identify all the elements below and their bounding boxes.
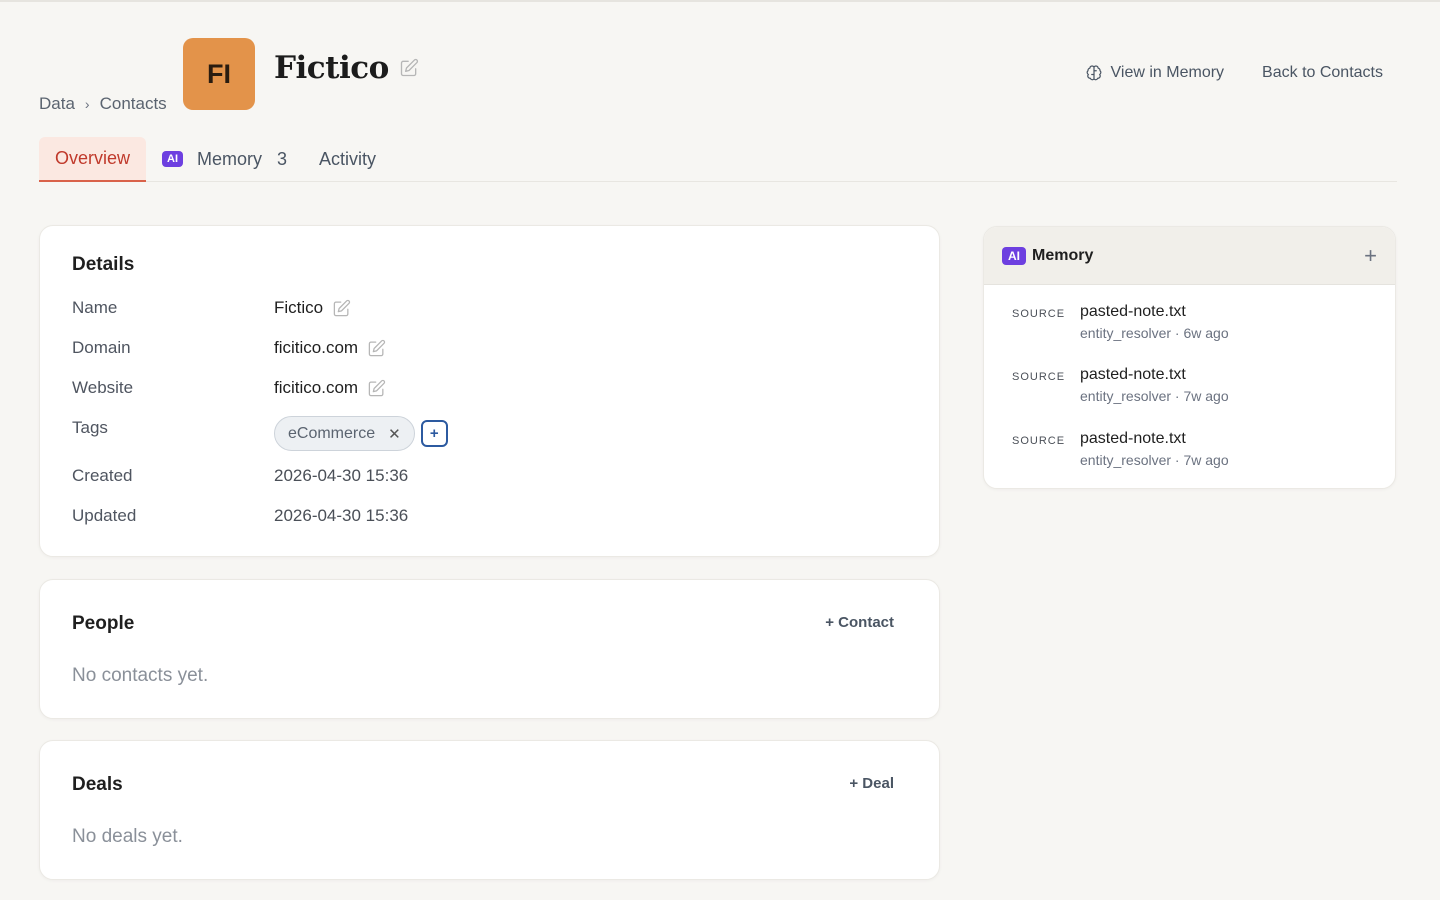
deals-title: Deals bbox=[72, 774, 123, 795]
ai-badge: AI bbox=[162, 151, 184, 167]
memory-file-name: pasted-note.txt bbox=[1080, 430, 1186, 447]
add-contact-button[interactable]: + Contact bbox=[825, 614, 894, 631]
edit-title-icon[interactable] bbox=[399, 58, 419, 78]
field-value: eCommerce ✕ + bbox=[274, 416, 448, 451]
field-value: ficitico.com bbox=[274, 378, 386, 398]
close-icon[interactable]: ✕ bbox=[388, 425, 401, 443]
field-label: Website bbox=[72, 378, 134, 397]
field-value: Fictico bbox=[274, 298, 351, 318]
updated-value: 2026-04-30 15:36 bbox=[274, 506, 409, 525]
header-actions: View in Memory Back to Contacts bbox=[1085, 64, 1383, 82]
memory-item-body: pasted-note.txt entity_resolver · 6w ago bbox=[1080, 303, 1229, 341]
tag-chip[interactable]: eCommerce ✕ bbox=[274, 416, 415, 451]
brain-icon bbox=[1086, 65, 1101, 81]
memory-file-name: pasted-note.txt bbox=[1080, 303, 1186, 320]
memory-source-label: SOURCE bbox=[1012, 435, 1066, 447]
people-empty-state: No contacts yet. bbox=[72, 665, 209, 686]
memory-meta: entity_resolver · 7w ago bbox=[1080, 452, 1229, 468]
memory-panel: AI Memory + SOURCE pasted-note.txt entit… bbox=[983, 226, 1396, 489]
field-label: Updated bbox=[72, 506, 137, 525]
ai-badge: AI bbox=[1002, 246, 1026, 265]
back-to-contacts-link[interactable]: Back to Contacts bbox=[1262, 64, 1383, 82]
field-row-website: Website ficitico.com bbox=[72, 378, 386, 398]
memory-panel-header: AI Memory + bbox=[984, 227, 1395, 285]
people-title: People bbox=[72, 613, 135, 634]
edit-website-icon[interactable] bbox=[367, 379, 386, 398]
breadcrumb-contacts[interactable]: Contacts bbox=[100, 94, 167, 114]
tab-activity-label: Activity bbox=[319, 148, 377, 169]
tab-overview[interactable]: Overview bbox=[39, 137, 147, 182]
memory-meta: entity_resolver · 7w ago bbox=[1080, 388, 1229, 404]
field-label: Tags bbox=[72, 418, 108, 437]
details-card: Details Name Fictico Domain ficitico.com… bbox=[39, 225, 940, 557]
field-row-name: Name Fictico bbox=[72, 298, 351, 318]
deals-card: Deals + Deal No deals yet. bbox=[39, 740, 940, 880]
plus-icon[interactable]: + bbox=[1364, 243, 1377, 269]
tab-memory-label: Memory bbox=[197, 148, 263, 169]
field-row-created: Created 2026-04-30 15:36 bbox=[72, 466, 408, 486]
tab-activity[interactable]: Activity bbox=[303, 137, 392, 181]
edit-domain-icon[interactable] bbox=[367, 339, 386, 358]
view-in-memory-label: View in Memory bbox=[1110, 64, 1225, 81]
view-in-memory-link[interactable]: View in Memory bbox=[1085, 64, 1225, 82]
memory-source-label: SOURCE bbox=[1012, 371, 1066, 383]
add-deal-button[interactable]: + Deal bbox=[849, 775, 894, 792]
name-value: Fictico bbox=[274, 298, 324, 317]
top-divider bbox=[0, 0, 1440, 2]
created-value: 2026-04-30 15:36 bbox=[274, 466, 409, 485]
field-label: Created bbox=[72, 466, 133, 485]
field-value: 2026-04-30 15:36 bbox=[274, 466, 408, 486]
memory-item[interactable]: SOURCE pasted-note.txt entity_resolver ·… bbox=[1012, 366, 1229, 404]
field-row-tags: Tags eCommerce ✕ + bbox=[72, 416, 448, 451]
website-value: ficitico.com bbox=[274, 378, 359, 397]
avatar: FI bbox=[183, 38, 255, 110]
field-label: Domain bbox=[72, 338, 131, 357]
people-card: People + Contact No contacts yet. bbox=[39, 579, 940, 719]
field-label: Name bbox=[72, 298, 118, 317]
title-row: Fictico bbox=[274, 50, 419, 86]
breadcrumb-separator: › bbox=[84, 96, 90, 112]
breadcrumb-root[interactable]: Data bbox=[39, 94, 75, 114]
memory-item[interactable]: SOURCE pasted-note.txt entity_resolver ·… bbox=[1012, 430, 1229, 468]
memory-source-label: SOURCE bbox=[1012, 308, 1066, 320]
memory-item-body: pasted-note.txt entity_resolver · 7w ago bbox=[1080, 430, 1229, 468]
add-tag-button[interactable]: + bbox=[420, 420, 448, 447]
tab-memory[interactable]: AI Memory 3 bbox=[146, 137, 303, 181]
edit-name-icon[interactable] bbox=[332, 299, 351, 318]
domain-value: ficitico.com bbox=[274, 338, 359, 357]
tag-label: eCommerce bbox=[288, 424, 376, 442]
memory-meta: entity_resolver · 6w ago bbox=[1080, 325, 1229, 341]
field-value: 2026-04-30 15:36 bbox=[274, 506, 408, 526]
deals-empty-state: No deals yet. bbox=[72, 826, 183, 847]
memory-panel-title: Memory bbox=[1032, 246, 1094, 264]
tab-overview-label: Overview bbox=[55, 148, 131, 168]
tab-bar: Overview AI Memory 3 Activity bbox=[39, 137, 1397, 182]
memory-item-body: pasted-note.txt entity_resolver · 7w ago bbox=[1080, 366, 1229, 404]
memory-item[interactable]: SOURCE pasted-note.txt entity_resolver ·… bbox=[1012, 303, 1229, 341]
field-value: ficitico.com bbox=[274, 338, 386, 358]
details-title: Details bbox=[72, 254, 135, 275]
breadcrumb: Data › Contacts bbox=[39, 94, 167, 114]
field-row-domain: Domain ficitico.com bbox=[72, 338, 386, 358]
page-title: Fictico bbox=[274, 50, 389, 86]
tab-memory-count: 3 bbox=[277, 148, 288, 169]
memory-file-name: pasted-note.txt bbox=[1080, 366, 1186, 383]
field-row-updated: Updated 2026-04-30 15:36 bbox=[72, 506, 408, 526]
